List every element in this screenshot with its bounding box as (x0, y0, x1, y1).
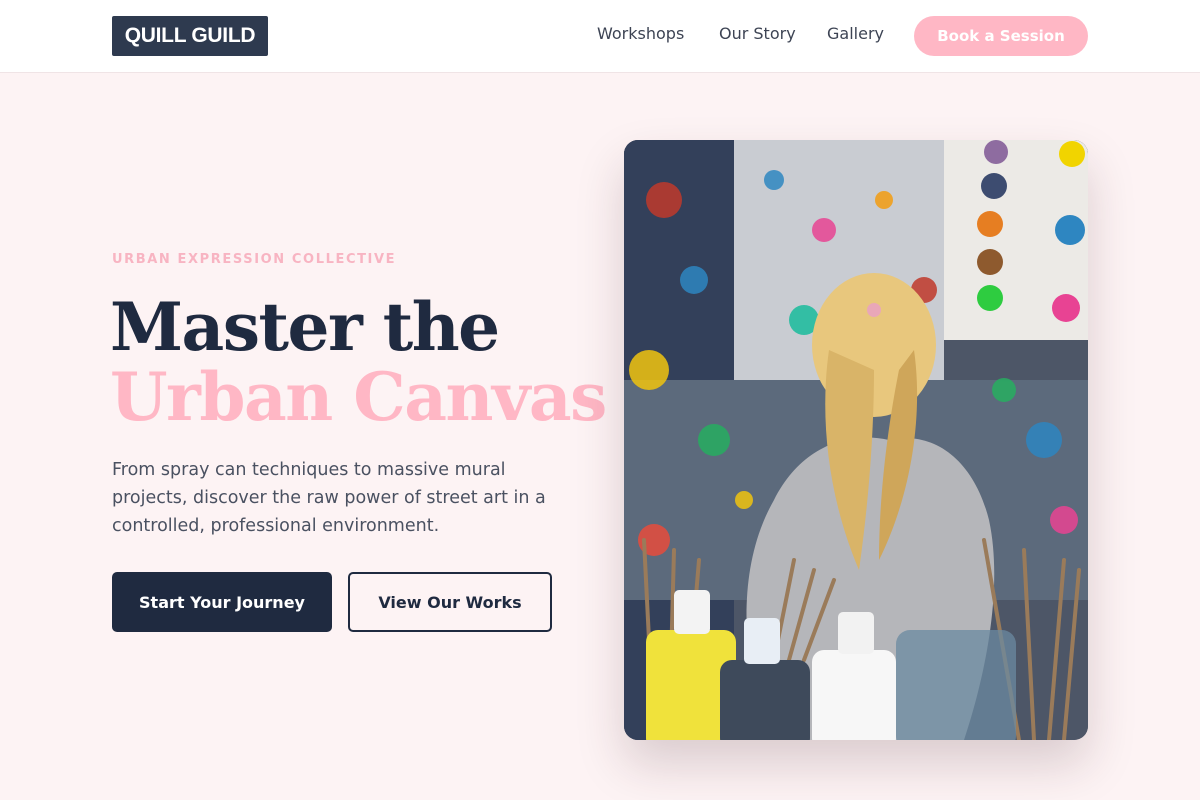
hero-illustration (624, 140, 1088, 740)
book-session-button[interactable]: Book a Session (914, 16, 1088, 56)
hero-headline-line1: Master the (110, 288, 500, 366)
logo[interactable]: QUILL GUILD (112, 16, 268, 56)
start-journey-button[interactable]: Start Your Journey (112, 572, 332, 632)
hero-image (624, 140, 1088, 740)
view-works-button[interactable]: View Our Works (348, 572, 552, 632)
hero-eyebrow: URBAN EXPRESSION COLLECTIVE (112, 252, 397, 267)
nav-workshops[interactable]: Workshops (597, 24, 684, 46)
hero-headline-line2: Urban Canvas (110, 358, 607, 436)
nav-our-story[interactable]: Our Story (719, 24, 796, 46)
nav-gallery[interactable]: Gallery (827, 24, 884, 46)
hero-description: From spray can techniques to massive mur… (112, 460, 546, 536)
site-header: QUILL GUILD Workshops Our Story Gallery … (0, 0, 1200, 73)
